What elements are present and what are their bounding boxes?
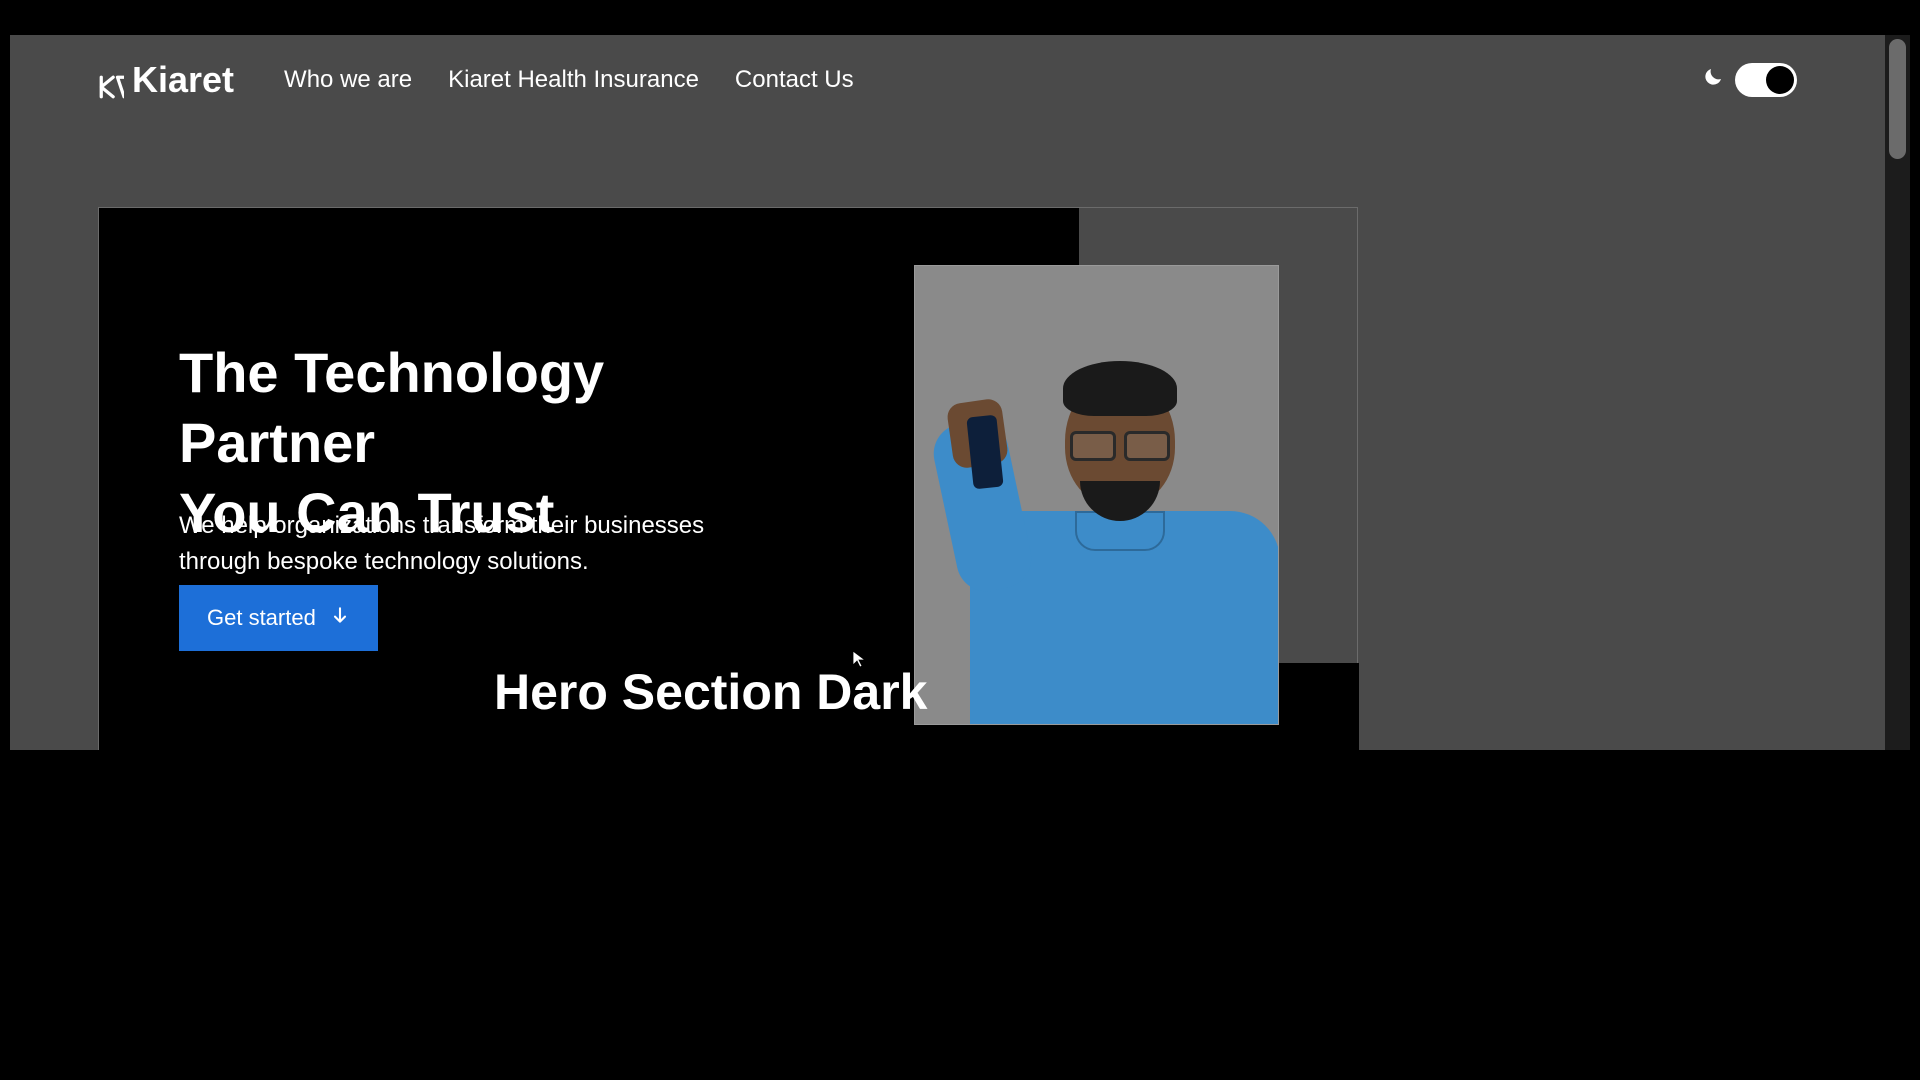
arrow-down-icon (330, 605, 350, 631)
person-illustration (915, 266, 1278, 724)
hero-subtitle: We help organizations transform their bu… (179, 508, 759, 580)
cta-label: Get started (207, 605, 316, 631)
letterbox-bottom (0, 750, 1920, 1080)
mouse-cursor-icon (852, 650, 866, 673)
hero-section: The Technology Partner You Can Trust We … (98, 207, 1358, 750)
moon-icon (1701, 65, 1725, 96)
page-viewport: Kiaret Who we are Kiaret Health Insuranc… (10, 35, 1885, 750)
nav-item-who-we-are[interactable]: Who we are (284, 66, 412, 94)
theme-switcher (1701, 63, 1797, 97)
brand-logo[interactable]: Kiaret (98, 59, 234, 101)
nav-item-health-insurance[interactable]: Kiaret Health Insurance (448, 66, 699, 94)
toggle-knob (1766, 66, 1794, 94)
letterbox-top (0, 0, 1920, 35)
get-started-button[interactable]: Get started (179, 585, 378, 651)
primary-nav: Who we are Kiaret Health Insurance Conta… (284, 66, 854, 94)
brand-name: Kiaret (132, 59, 234, 101)
dark-mode-toggle[interactable] (1735, 63, 1797, 97)
hero-image (914, 265, 1279, 725)
logo-mark-icon (98, 67, 124, 93)
scrollbar-track[interactable] (1885, 35, 1910, 750)
hero-title-line1: The Technology Partner (179, 341, 604, 474)
scrollbar-thumb[interactable] (1889, 39, 1906, 159)
site-header: Kiaret Who we are Kiaret Health Insuranc… (10, 35, 1885, 125)
nav-item-contact[interactable]: Contact Us (735, 66, 854, 94)
